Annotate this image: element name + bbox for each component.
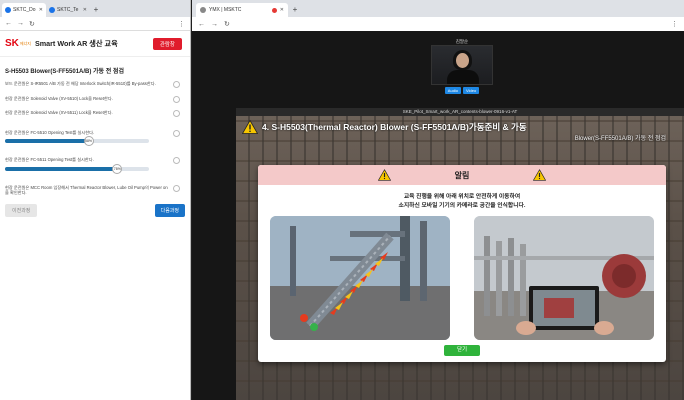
back-icon[interactable]: ← [5,20,12,27]
left-tab-2[interactable]: SKTC_Te ✕ [46,3,90,17]
new-tab-button[interactable]: + [288,3,302,17]
ar-header-text: 4. S-H5503(Thermal Reactor) Blower (S-FF… [262,122,527,132]
slider-knob[interactable]: 78% [112,163,123,174]
reload-icon[interactable]: ↻ [224,20,230,28]
close-button[interactable]: 닫기 [444,345,480,356]
next-button[interactable]: 다음과정 [154,204,185,217]
plant-photo-staircase [270,216,450,340]
logo-main: SK [5,38,19,49]
plant-photo-tablet [474,216,654,340]
audio-button[interactable]: Audio [444,87,462,94]
check-circle[interactable] [173,184,180,192]
slider-fill [5,139,89,143]
modal-header: 알림 [258,165,666,185]
right-tab-strip: YMX | MSKTC ✕ + [192,0,684,17]
tab-label: YMX | MSKTC [209,7,242,13]
checklist-section: S-H5503 Blower(S-FF5501A/B) 가동 전 점검 보드 운… [0,66,190,196]
check-circle[interactable] [173,157,180,164]
person-body [447,70,479,84]
slider-knob[interactable]: 58% [83,136,94,146]
modal-line-1: 교육 진행을 위해 아래 위치로 안전하게 이동하여 [403,194,521,200]
app-header: SK 에너지 Smart Work AR 생산 교육 관람창 [0,31,190,57]
notice-modal: 알림 교육 진행을 위해 아래 위치로 안전하게 이동하여 소지하신 모바일 기… [258,165,666,362]
ar-content-window: SKE_Pilot_Smart_work_AR_contents-blower-… [236,108,684,400]
modal-line-2: 소지하신 모바일 기기의 카메라로 공간을 인식합니다. [398,202,526,209]
meeting-tab[interactable]: YMX | MSKTC ✕ [196,3,288,17]
checklist-item: 보드 운전원은 S-IR5501 A/B 가동 전 해당 Interlock S… [5,81,185,88]
ar-window-title: SKE_Pilot_Smart_work_AR_contents-blower-… [236,108,684,116]
checklist-text: 현장 운전원은 FC-5511 Opening Test를 실시한다. [5,157,94,162]
checklist-text: 현장 운전원은 FC-5510 Opening Test를 실시한다. [5,129,95,135]
new-tab-button[interactable]: + [90,3,102,17]
close-icon[interactable]: ✕ [83,7,87,13]
warning-icon [378,169,391,181]
checklist-item: 현장 운전원은 Solenoid Valve (XV-5510) Lock을 R… [5,95,185,103]
left-address-bar: ← → ↻ ⋮ [0,17,190,31]
forward-icon[interactable]: → [17,20,24,27]
tab-label: SKTC_Do [13,7,36,13]
video-button[interactable]: Video [463,87,480,94]
checklist-text: 현장 운전원은 Solenoid Valve (XV-5510) Lock을 R… [5,95,113,101]
check-circle[interactable] [173,95,180,103]
tab-label: SKTC_Te [57,7,79,13]
left-tab-strip: SKTC_Do ✕ SKTC_Te ✕ + [0,0,190,17]
opening-test-slider[interactable]: 78% [5,163,149,174]
tablet-illustration [474,216,654,340]
slider-fill [5,166,118,171]
favicon-icon [49,7,55,13]
modal-title: 알림 [454,170,470,180]
forward-icon[interactable]: → [211,21,218,28]
logo-sub: 에너지 [19,41,31,46]
check-circle[interactable] [173,110,180,117]
right-address-bar: ← → ↻ ⋮ [192,17,684,31]
video-content: 김말순 Audio Video SKE_Pilot_Smart_work_AR_… [192,31,684,400]
screen: SKTC_Do ✕ SKTC_Te ✕ + ← → ↻ ⋮ SK 에너지 Sma… [0,0,684,400]
checklist-text: 현장 운전원은 MCC Room 입장해서 Thermal Reactor Bl… [5,184,168,196]
modal-message: 교육 진행을 위해 아래 위치로 안전하게 이동하여 소지하신 모바일 기기의 … [258,193,666,210]
participant-camera [431,45,493,85]
left-browser-window: SKTC_Do ✕ SKTC_Te ✕ + ← → ↻ ⋮ SK 에너지 Sma… [0,0,191,400]
menu-icon[interactable]: ⋮ [178,20,185,28]
check-circle[interactable] [173,81,180,88]
checklist-text: 보드 운전원은 S-IR5501 A/B 가동 전 해당 Interlock S… [5,81,156,86]
favicon-icon [5,7,11,13]
navigation-buttons: 이전과정 다음과정 [5,204,185,217]
checklist-item: 현장 운전원은 Solenoid Valve (XV-5511) Lock을 R… [5,110,185,117]
close-icon[interactable]: ✕ [280,7,284,13]
ar-side-text: Blower(S-FF5501A/B) 가동 전 점검 [574,136,666,142]
staircase-illustration [270,216,450,340]
left-tab-1[interactable]: SKTC_Do ✕ [2,3,46,17]
section-title: S-H5503 Blower(S-FF5501A/B) 가동 전 점검 [5,69,124,75]
reload-icon[interactable]: ↻ [29,20,35,28]
close-icon[interactable]: ✕ [39,7,43,13]
participant-tile: 김말순 Audio Video [431,39,493,97]
opening-test-slider[interactable]: 58% [5,136,149,146]
exit-button[interactable]: 관람창 [152,38,182,50]
favicon-icon [200,7,206,13]
menu-icon[interactable]: ⋮ [671,20,678,28]
recording-icon [271,7,277,13]
person-face [456,53,469,68]
participant-controls: Audio Video [431,87,493,94]
back-icon[interactable]: ← [198,21,205,28]
sk-logo: SK 에너지 [5,38,31,49]
checklist-item: 현장 운전원은 MCC Room 입장해서 Thermal Reactor Bl… [5,184,185,196]
checklist-text: 현장 운전원은 Solenoid Valve (XV-5511) Lock을 R… [5,110,113,115]
warning-icon [533,169,546,181]
ar-scene-background: 4. S-H5503(Thermal Reactor) Blower (S-FF… [236,116,684,400]
warning-icon [242,120,258,134]
prev-button[interactable]: 이전과정 [5,204,38,217]
right-browser-window: YMX | MSKTC ✕ + ← → ↻ ⋮ 김말순 Audio Video … [192,0,684,400]
checklist-item: 현장 운전원은 FC-5510 Opening Test를 실시한다. 58% [5,129,185,146]
check-circle[interactable] [173,129,180,137]
app-title: Smart Work AR 생산 교육 [34,38,118,48]
checklist-item: 현장 운전원은 FC-5511 Opening Test를 실시한다. 78% [5,157,185,174]
